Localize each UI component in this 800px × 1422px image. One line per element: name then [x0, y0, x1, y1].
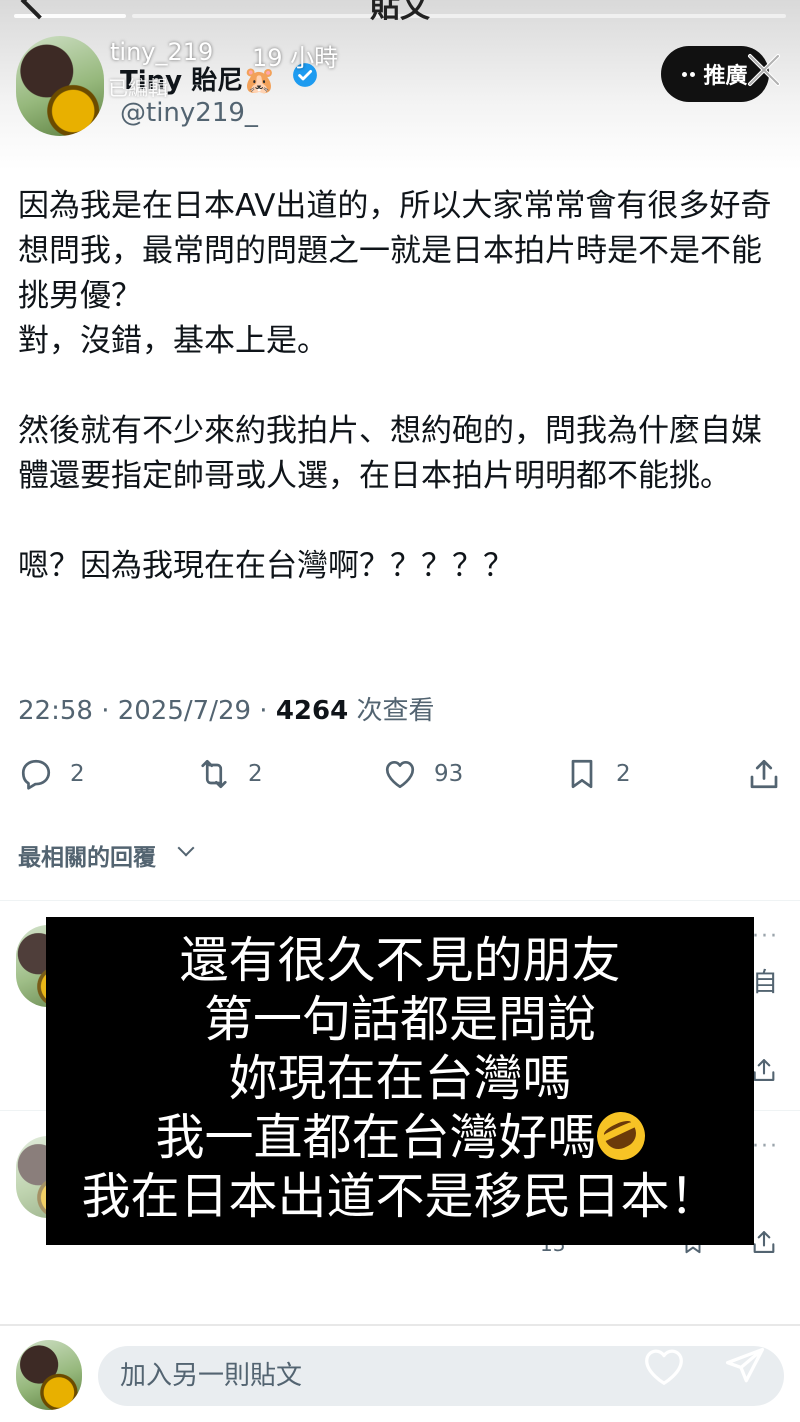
caption-line: 妳現在在台灣嗎: [228, 1050, 572, 1107]
retweet-button[interactable]: 2: [196, 756, 263, 792]
tweet-text: 因為我是在日本AV出道的，所以大家常常會有很多好奇想問我，最常問的問題之一就是日…: [18, 188, 772, 584]
reply-text-fragment: 自: [752, 968, 779, 998]
tweet-time: 22:58 · 2025/7/29 ·: [18, 696, 276, 726]
reply-count: 2: [70, 761, 85, 787]
bottom-divider: [0, 1324, 800, 1326]
composer-avatar[interactable]: [16, 1340, 82, 1410]
story-time: 19 小時: [252, 44, 339, 72]
bookmark-icon: [571, 759, 593, 789]
user-handle[interactable]: @tiny219_: [120, 98, 258, 128]
bookmark-button[interactable]: 2: [564, 756, 631, 792]
story-username[interactable]: tiny_219: [110, 38, 213, 66]
like-count: 93: [434, 761, 464, 787]
caption-line: 還有很久不見的朋友: [179, 932, 621, 989]
more-icon[interactable]: ···: [752, 1134, 779, 1159]
promote-label: 推廣: [703, 64, 748, 89]
divider: [0, 900, 800, 901]
retweet-icon: [201, 759, 227, 789]
chevron-down-icon[interactable]: [177, 839, 195, 857]
close-icon[interactable]: [744, 50, 784, 90]
tweet-actions: 2 2 93 2: [0, 756, 800, 800]
avatar[interactable]: [16, 36, 104, 136]
bookmark-count: 2: [616, 761, 631, 787]
share-icon[interactable]: [750, 1228, 778, 1256]
send-icon[interactable]: [722, 1344, 768, 1388]
like-icon: [385, 760, 415, 789]
share-icon: [750, 759, 778, 789]
like-button[interactable]: 93: [382, 756, 463, 792]
tweet-meta: 22:58 · 2025/7/29 · 4264 次查看: [18, 690, 434, 727]
caption-line: 我在日本出道不是移民日本！: [81, 1168, 719, 1225]
more-icon: [682, 71, 696, 77]
story-edited-label: 已編輯: [108, 76, 168, 100]
reply-icon: [21, 759, 51, 790]
nav-title: 貼文: [370, 0, 430, 25]
rofl-emoji-icon: [588, 1104, 653, 1168]
more-icon[interactable]: ···: [752, 924, 779, 949]
reply-button[interactable]: 2: [18, 756, 85, 792]
view-label[interactable]: 次查看: [348, 696, 434, 726]
caption-line: 我一直都在台灣好嗎: [155, 1109, 597, 1166]
reply-sort-label[interactable]: 最相關的回覆: [18, 838, 156, 872]
share-icon[interactable]: [750, 1056, 778, 1084]
share-button[interactable]: [746, 756, 782, 792]
view-count: 4264: [275, 696, 349, 726]
retweet-count: 2: [248, 761, 263, 787]
story-caption: 還有很久不見的朋友 第一句話都是問說 妳現在在台灣嗎 我一直都在台灣好嗎 我在日…: [46, 917, 754, 1245]
heart-icon[interactable]: [642, 1346, 686, 1386]
caption-line: 第一句話都是問說: [203, 991, 596, 1048]
